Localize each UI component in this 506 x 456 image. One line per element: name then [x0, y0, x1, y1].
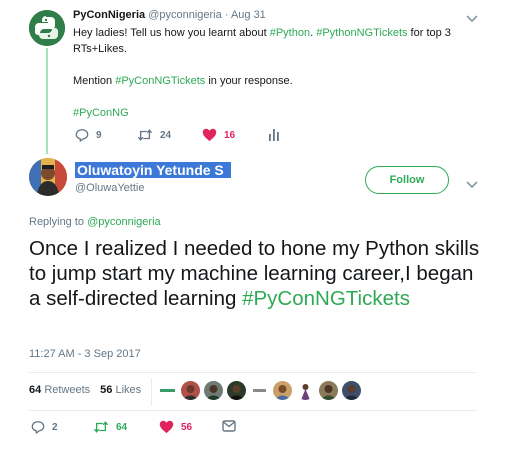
replying-to-label: Replying to [29, 216, 88, 228]
like-button[interactable]: 56 [159, 420, 192, 434]
user-photo-icon [227, 381, 246, 400]
liker-avatars [158, 381, 361, 400]
parent-line-2: Mention #PyConNGTickets in your response… [73, 73, 473, 89]
hashtag-pythonngtickets[interactable]: #PythonNGTickets [316, 27, 407, 39]
direct-message-button[interactable] [222, 420, 236, 432]
thread-connector-line [46, 48, 48, 154]
likes-stat-count: 56 [100, 384, 113, 396]
replying-to-line: Replying to @pyconnigeria [29, 216, 161, 228]
main-author-handle[interactable]: @OluwaYettie [75, 182, 144, 194]
parent-reply-button[interactable]: 9 [75, 128, 102, 142]
hashtag-pyconngtickets[interactable]: #PyConNGTickets [242, 287, 410, 310]
stats-separator [151, 378, 152, 406]
parent-tweet-header: PyConNigeria @pyconnigeria · Aug 31 [73, 9, 266, 21]
parent-retweet-count: 24 [160, 129, 172, 141]
liker-avatar[interactable] [273, 381, 292, 400]
header-separator: · [224, 9, 229, 21]
parent-reply-count: 9 [96, 129, 102, 141]
parent-author-handle[interactable]: @pyconnigeria [148, 9, 222, 21]
analytics-icon [269, 129, 279, 141]
reply-icon [31, 421, 45, 434]
parent-like-count: 16 [224, 129, 236, 141]
text-segment: Hey ladies! Tell us how you learnt about [73, 27, 270, 39]
hashtag-pyconngtickets[interactable]: #PyConNGTickets [115, 75, 205, 87]
parent-like-button[interactable]: 16 [202, 128, 235, 142]
parent-tweet-text: Hey ladies! Tell us how you learnt about… [73, 25, 473, 121]
hashtag-pyconng[interactable]: #PyConNG [73, 107, 129, 119]
brand-logo-icon [158, 381, 177, 400]
python-logo-icon [29, 10, 65, 46]
text-segment: Mention [73, 75, 116, 87]
retweet-button[interactable]: 64 [93, 420, 127, 434]
dm-envelope-icon [222, 420, 236, 432]
liker-avatar[interactable] [181, 381, 200, 400]
retweet-count: 64 [116, 421, 128, 433]
profile-photo-icon [29, 158, 67, 196]
user-photo-icon [273, 381, 292, 400]
user-photo-icon [204, 381, 223, 400]
liker-avatar[interactable] [319, 381, 338, 400]
user-photo-icon [319, 381, 338, 400]
hashtag-python[interactable]: #Python [270, 27, 310, 39]
user-photo-icon [296, 381, 315, 400]
divider [29, 410, 477, 411]
main-author-name[interactable]: Oluwatoyin Yetunde S [75, 162, 231, 178]
heart-icon [202, 128, 217, 142]
user-photo-icon [181, 381, 200, 400]
parent-analytics-button[interactable] [268, 128, 280, 142]
parent-tweet[interactable]: PyConNigeria @pyconnigeria · Aug 31 Hey … [0, 0, 506, 154]
parent-retweet-button[interactable]: 24 [137, 128, 171, 142]
retweet-icon [137, 129, 153, 141]
retweet-icon [93, 421, 109, 433]
like-count: 56 [181, 421, 193, 433]
reply-button[interactable]: 2 [31, 420, 58, 434]
brand-logo-icon [250, 381, 269, 400]
parent-line-1: Hey ladies! Tell us how you learnt about… [73, 25, 473, 57]
likes-stat[interactable]: 56 Likes [100, 384, 141, 396]
oluwayettie-avatar[interactable] [29, 158, 67, 196]
liker-avatar[interactable] [296, 381, 315, 400]
main-more-menu[interactable] [466, 176, 478, 194]
heart-icon [159, 420, 174, 434]
parent-author-name[interactable]: PyConNigeria [73, 9, 145, 21]
reply-count: 2 [52, 421, 58, 433]
liker-avatar[interactable] [250, 381, 269, 400]
tweet-timestamp[interactable]: 11:27 AM - 3 Sep 2017 [29, 348, 141, 360]
retweets-stat-count: 64 [29, 384, 42, 396]
parent-line-3: #PyConNG [73, 105, 473, 121]
divider [29, 372, 477, 373]
retweets-stat[interactable]: 64 Retweets [29, 384, 90, 396]
chevron-down-icon [466, 181, 478, 188]
pyconnigeria-avatar[interactable] [29, 10, 65, 46]
chevron-down-icon [466, 15, 478, 22]
retweets-stat-label: Retweets [44, 384, 91, 396]
follow-button[interactable]: Follow [365, 166, 449, 194]
liker-avatar[interactable] [227, 381, 246, 400]
tweet-stats: 64 Retweets 56 Likes [29, 384, 141, 396]
parent-tweet-date[interactable]: Aug 31 [231, 9, 266, 21]
text-segment: in your response. [205, 75, 293, 87]
replying-to-handle[interactable]: @pyconnigeria [87, 216, 161, 228]
liker-avatar[interactable] [342, 381, 361, 400]
reply-icon [75, 129, 89, 142]
likes-stat-label: Likes [115, 384, 142, 396]
user-photo-icon [342, 381, 361, 400]
liker-avatar[interactable] [204, 381, 223, 400]
main-tweet-text: Once I realized I needed to hone my Pyth… [29, 236, 484, 311]
liker-avatar[interactable] [158, 381, 177, 400]
